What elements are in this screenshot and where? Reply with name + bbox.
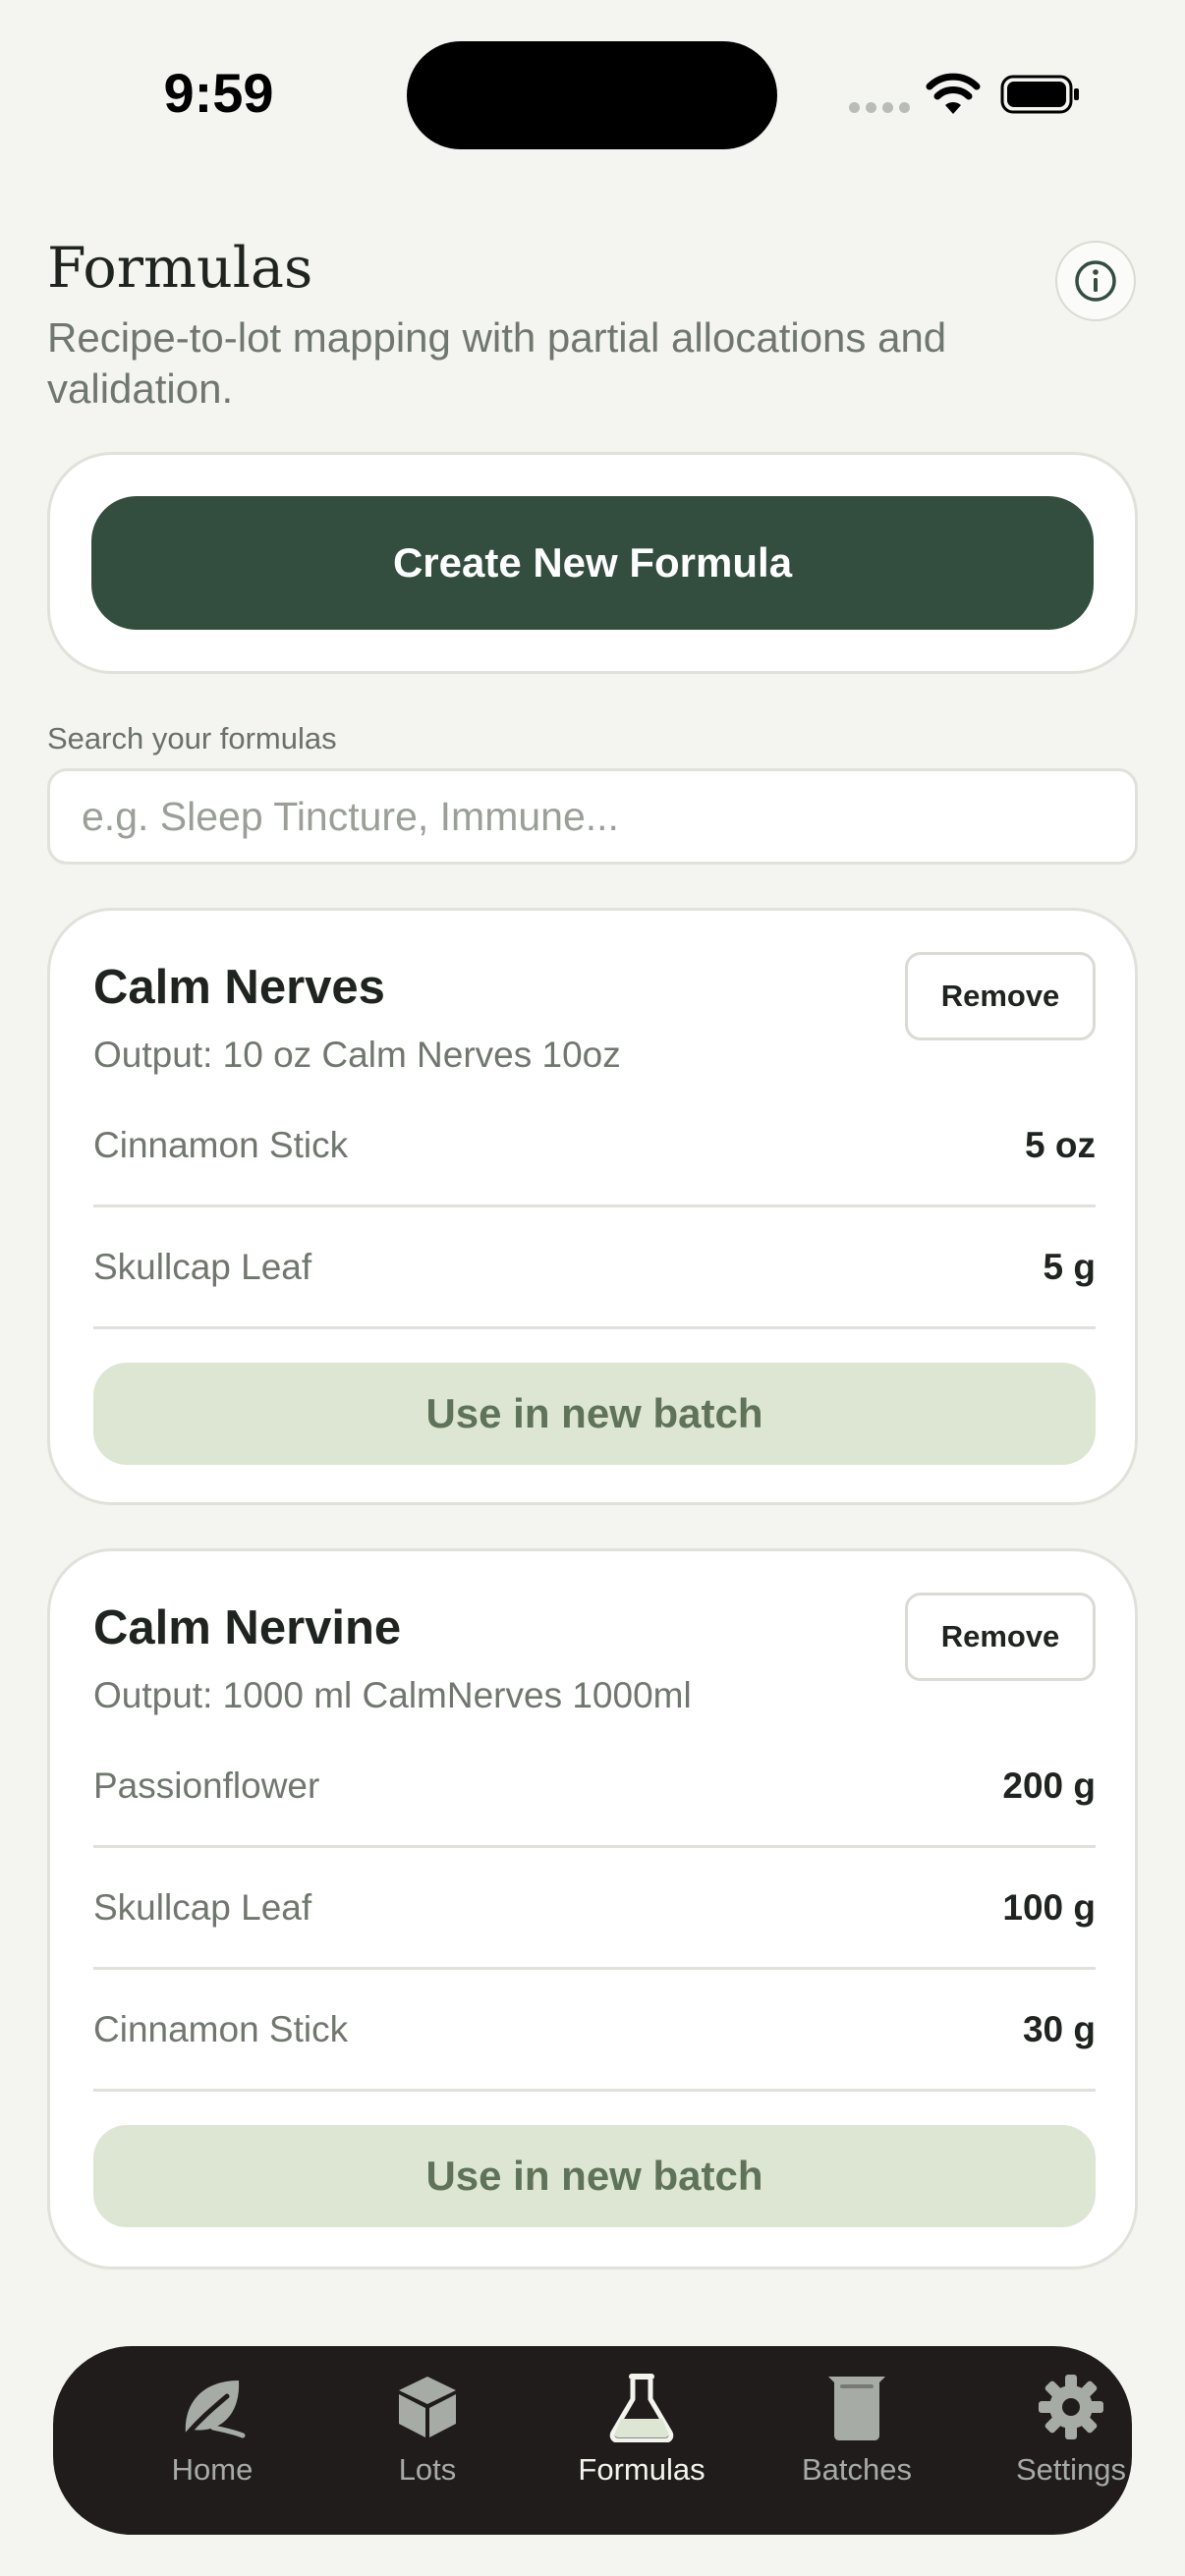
create-formula-button[interactable]: Create New Formula	[91, 496, 1094, 630]
ingredient-row: Skullcap Leaf 5 g	[93, 1207, 1096, 1329]
tab-lots[interactable]: Lots	[329, 2346, 526, 2535]
flask-icon	[609, 2374, 674, 2442]
remove-button[interactable]: Remove	[905, 1593, 1096, 1681]
ingredient-quantity: 30 g	[1022, 2008, 1096, 2049]
ingredient-row: Cinnamon Stick 30 g	[93, 1970, 1096, 2092]
leaf-icon	[185, 2380, 246, 2438]
formula-output: Output: 1000 ml CalmNerves 1000ml	[93, 1675, 692, 1715]
tab-home[interactable]: Home	[114, 2346, 310, 2535]
search-label: Search your formulas	[47, 721, 337, 756]
ingredient-name: Skullcap Leaf	[93, 1246, 312, 1287]
tab-label: Formulas	[578, 2452, 705, 2487]
formula-name: Calm Nerves	[93, 961, 385, 1014]
tab-label: Lots	[398, 2452, 457, 2487]
formula-card: Calm Nervine Remove Output: 1000 ml Calm…	[47, 1548, 1138, 2269]
use-in-new-batch-button[interactable]: Use in new batch	[93, 2125, 1096, 2227]
ingredient-row: Passionflower 200 g	[93, 1726, 1096, 1848]
status-bar: 9:59	[0, 0, 1185, 187]
beaker-icon	[828, 2377, 885, 2440]
create-formula-card: Create New Formula	[47, 452, 1138, 674]
tab-formulas[interactable]: Formulas	[543, 2346, 740, 2535]
info-button[interactable]	[1055, 241, 1136, 321]
tab-label: Batches	[801, 2452, 912, 2487]
tab-batches[interactable]: Batches	[759, 2346, 955, 2535]
ingredient-quantity: 200 g	[1002, 1764, 1096, 1806]
formula-name: Calm Nervine	[93, 1601, 402, 1654]
search-input[interactable]	[47, 768, 1138, 865]
ingredient-row: Skullcap Leaf 100 g	[93, 1848, 1096, 1970]
page-title: Formulas	[47, 236, 313, 301]
ingredient-name: Passionflower	[93, 1764, 320, 1806]
use-in-new-batch-button[interactable]: Use in new batch	[93, 1363, 1096, 1465]
ingredient-quantity: 5 oz	[1025, 1124, 1096, 1165]
tab-bar: Home Lots Formulas Batches Settings	[53, 2346, 1132, 2535]
formula-output: Output: 10 oz Calm Nerves 10oz	[93, 1035, 621, 1075]
tab-settings[interactable]: Settings	[973, 2346, 1169, 2535]
tab-label: Settings	[1015, 2452, 1126, 2487]
page-subtitle: Recipe-to-lot mapping with partial alloc…	[47, 314, 947, 412]
ingredient-name: Cinnamon Stick	[93, 2008, 349, 2049]
dynamic-island	[407, 41, 777, 149]
info-icon	[1075, 260, 1116, 302]
battery-icon	[1000, 75, 1079, 114]
formula-card: Calm Nerves Remove Output: 10 oz Calm Ne…	[47, 908, 1138, 1505]
ingredient-quantity: 5 g	[1043, 1246, 1096, 1287]
status-time: 9:59	[163, 62, 274, 124]
ingredient-name: Skullcap Leaf	[93, 1886, 312, 1928]
gear-icon	[1039, 2375, 1103, 2439]
wifi-icon	[926, 73, 981, 114]
tab-label: Home	[171, 2452, 254, 2487]
ingredient-quantity: 100 g	[1002, 1886, 1096, 1928]
ingredient-row: Cinnamon Stick 5 oz	[93, 1086, 1096, 1207]
cellular-signal-icon	[849, 102, 910, 113]
ingredient-name: Cinnamon Stick	[93, 1124, 349, 1165]
remove-button[interactable]: Remove	[905, 952, 1096, 1040]
box-icon	[399, 2377, 456, 2437]
